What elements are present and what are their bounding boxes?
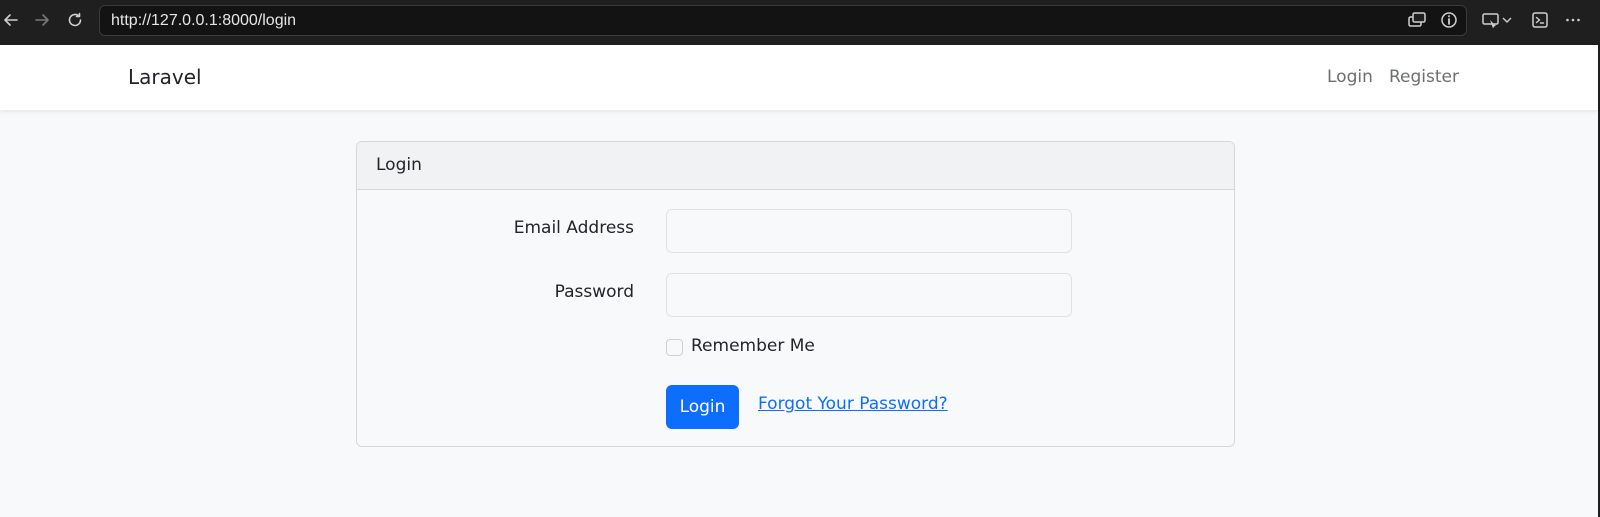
remember-me-label[interactable]: Remember Me (691, 336, 815, 356)
login-submit-button[interactable]: Login (666, 385, 739, 429)
back-arrow-icon[interactable] (0, 9, 22, 31)
brand-link[interactable]: Laravel (128, 65, 202, 89)
chevron-down-icon[interactable] (1500, 9, 1514, 31)
forward-arrow-icon[interactable] (31, 9, 53, 31)
browser-toolbar: http://127.0.0.1:8000/login (0, 0, 1600, 45)
screen-share-icon[interactable] (1406, 9, 1428, 31)
password-field[interactable] (666, 273, 1072, 317)
reload-icon[interactable] (64, 9, 86, 31)
email-label: Email Address (513, 218, 634, 238)
password-label: Password (554, 282, 634, 302)
terminal-icon[interactable] (1529, 9, 1551, 31)
forgot-password-link[interactable]: Forgot Your Password? (758, 394, 948, 414)
cast-icon[interactable] (1480, 9, 1502, 31)
remember-me-checkbox[interactable] (666, 339, 683, 356)
card-header: Login (357, 142, 1234, 190)
nav-login-link[interactable]: Login (1327, 67, 1373, 87)
navbar: Laravel Login Register (0, 45, 1598, 110)
address-bar[interactable]: http://127.0.0.1:8000/login (99, 5, 1467, 36)
more-icon[interactable] (1562, 9, 1584, 31)
email-field[interactable] (666, 209, 1072, 253)
info-icon[interactable] (1438, 9, 1460, 31)
login-card: Login Email Address Password Remember Me… (356, 141, 1235, 447)
nav-register-link[interactable]: Register (1389, 67, 1459, 87)
